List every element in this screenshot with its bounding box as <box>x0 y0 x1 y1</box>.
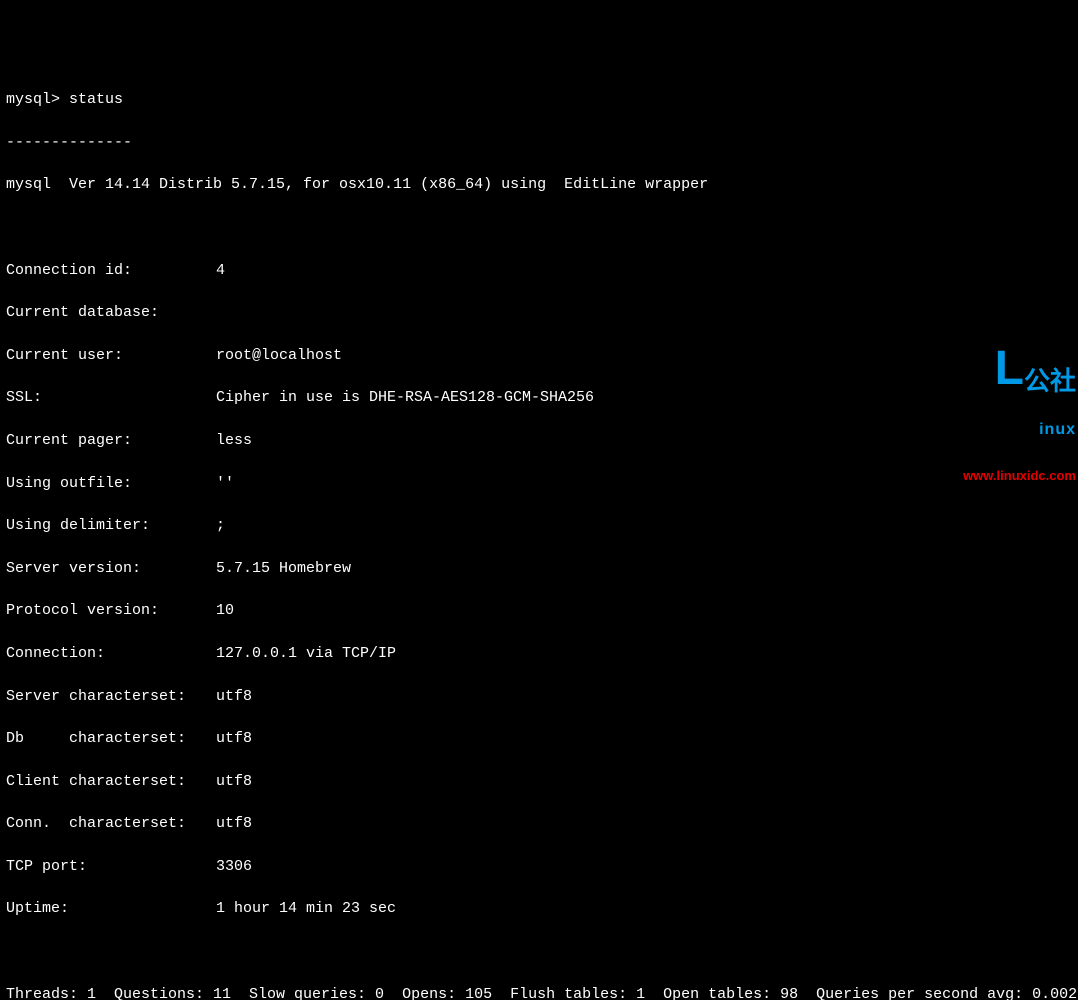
label: Connection: <box>6 643 216 664</box>
value: '' <box>216 473 234 494</box>
label: Current user: <box>6 345 216 366</box>
value: 5.7.15 Homebrew <box>216 558 351 579</box>
status-row-connection: Connection:127.0.0.1 via TCP/IP <box>6 643 1072 664</box>
value: 4 <box>216 260 225 281</box>
status-command: status <box>69 91 123 108</box>
version-line: mysql Ver 14.14 Distrib 5.7.15, for osx1… <box>6 174 1072 195</box>
label: Client characterset: <box>6 771 216 792</box>
label: Conn. characterset: <box>6 813 216 834</box>
status-row-db-characterset: Db characterset:utf8 <box>6 728 1072 749</box>
value: utf8 <box>216 771 252 792</box>
label: SSL: <box>6 387 216 408</box>
label: Current pager: <box>6 430 216 451</box>
status-row-server-characterset: Server characterset:utf8 <box>6 686 1072 707</box>
value: 3306 <box>216 856 252 877</box>
label: Connection id: <box>6 260 216 281</box>
status-row-connection-id: Connection id:4 <box>6 260 1072 281</box>
value: ; <box>216 515 225 536</box>
label: Server version: <box>6 558 216 579</box>
value: utf8 <box>216 813 252 834</box>
value: root@localhost <box>216 345 342 366</box>
value: 1 hour 14 min 23 sec <box>216 898 396 919</box>
blank-line <box>6 217 1072 238</box>
status-row-tcp-port: TCP port:3306 <box>6 856 1072 877</box>
separator-top: -------------- <box>6 132 1072 153</box>
status-row-protocol-version: Protocol version:10 <box>6 600 1072 621</box>
value: 10 <box>216 600 234 621</box>
status-row-ssl: SSL:Cipher in use is DHE-RSA-AES128-GCM-… <box>6 387 1072 408</box>
status-row-uptime: Uptime:1 hour 14 min 23 sec <box>6 898 1072 919</box>
mysql-prompt: mysql> <box>6 91 69 108</box>
stats-line: Threads: 1 Questions: 11 Slow queries: 0… <box>6 984 1072 1000</box>
status-row-using-outfile: Using outfile:'' <box>6 473 1072 494</box>
label: Current database: <box>6 302 216 323</box>
prompt-line: mysql> status <box>6 89 1072 110</box>
label: Server characterset: <box>6 686 216 707</box>
value: 127.0.0.1 via TCP/IP <box>216 643 396 664</box>
blank-line-2 <box>6 941 1072 962</box>
label: Db characterset: <box>6 728 216 749</box>
status-row-conn-characterset: Conn. characterset:utf8 <box>6 813 1072 834</box>
status-row-current-pager: Current pager:less <box>6 430 1072 451</box>
status-row-current-database: Current database: <box>6 302 1072 323</box>
label: Uptime: <box>6 898 216 919</box>
label: Protocol version: <box>6 600 216 621</box>
status-row-client-characterset: Client characterset:utf8 <box>6 771 1072 792</box>
value: Cipher in use is DHE-RSA-AES128-GCM-SHA2… <box>216 387 594 408</box>
value: less <box>216 430 252 451</box>
status-row-current-user: Current user:root@localhost <box>6 345 1072 366</box>
label: Using outfile: <box>6 473 216 494</box>
label: TCP port: <box>6 856 216 877</box>
value: utf8 <box>216 686 252 707</box>
status-row-server-version: Server version:5.7.15 Homebrew <box>6 558 1072 579</box>
value: utf8 <box>216 728 252 749</box>
status-row-using-delimiter: Using delimiter:; <box>6 515 1072 536</box>
label: Using delimiter: <box>6 515 216 536</box>
